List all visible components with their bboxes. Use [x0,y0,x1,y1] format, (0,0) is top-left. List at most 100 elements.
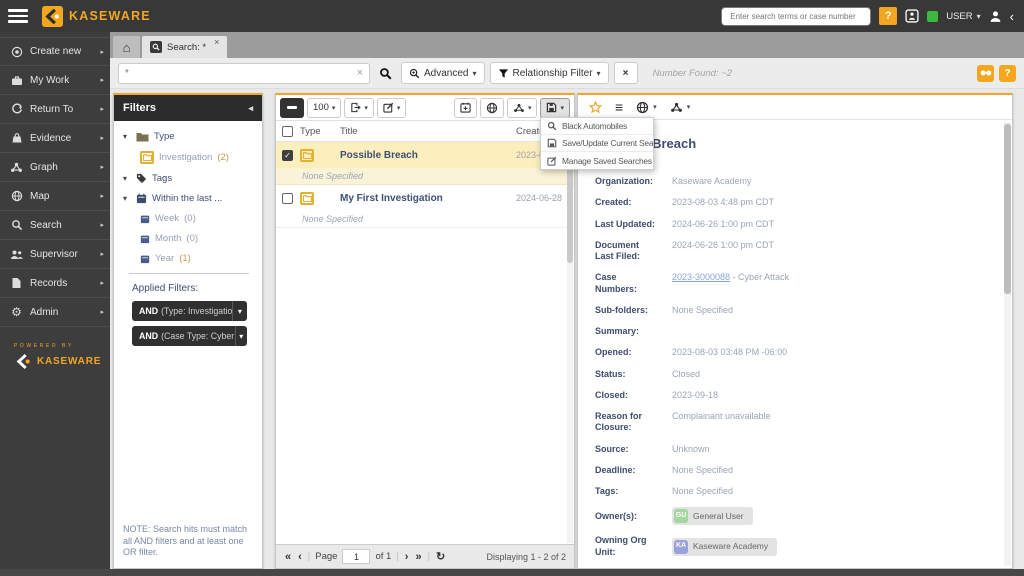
prev-page-button[interactable]: ‹ [297,551,303,563]
filter-item-month[interactable]: Month (0) [140,233,255,244]
sidebar-item-create-new[interactable]: Create new ▸ [0,37,110,66]
release-notes-icon[interactable] [905,9,919,23]
avatar: KA [674,540,688,554]
advanced-search-button[interactable]: Advanced ▾ [401,62,485,84]
column-title[interactable]: Title [340,126,516,137]
menu-item-manage-saved[interactable]: Manage Saved Searches [541,152,653,169]
filter-item-year[interactable]: Year (1) [140,253,255,264]
collapse-chevron-icon[interactable]: ‹ [1010,10,1014,23]
table-row[interactable]: My First Investigation 2024-06-28 None S… [276,185,574,228]
favorite-star-icon[interactable] [589,101,602,114]
sidebar-item-label: Supervisor [30,249,78,260]
applied-filter-case-type[interactable]: AND (Case Type: Cyber Attack) ▾ [132,326,247,346]
column-type[interactable]: Type [300,126,340,137]
divider: | [428,551,430,562]
next-page-button[interactable]: › [404,551,410,563]
row-checkbox[interactable]: ✓ [282,150,293,161]
query-input[interactable] [125,68,357,79]
sidebar-item-admin[interactable]: ⚙ Admin ▸ [0,298,110,327]
help-button[interactable]: ? [999,65,1016,82]
row-title[interactable]: My First Investigation [340,193,516,204]
results-header-row: Type Title Created [276,121,574,142]
sidebar-item-evidence[interactable]: Evidence ▸ [0,124,110,153]
row-checkbox[interactable] [282,193,293,204]
results-scrollbar[interactable] [567,143,573,543]
page-size-select[interactable]: 100 ▾ [307,98,341,118]
caret-right-icon: ▸ [100,134,104,142]
detail-body: Possible Breach Investigation Organizati… [578,120,1012,569]
collapse-panel-icon[interactable]: ◂ [248,103,253,114]
tab-close-icon[interactable]: × [214,37,219,47]
table-row[interactable]: ✓ Possible Breach 2023-08-03 None Specif… [276,142,574,185]
filter-group-within[interactable]: ▾ Within the last ... [123,193,255,204]
sidebar-item-search[interactable]: Search ▸ [0,211,110,240]
binoculars-button[interactable] [977,65,994,82]
owner-chip[interactable]: GUGeneral User [672,507,753,525]
page-number-input[interactable] [342,549,370,564]
main-area: ⌂ Search: * × × Advanced ▾ Relationship … [110,32,1024,576]
run-search-button[interactable] [375,65,396,82]
refresh-icon[interactable]: ↻ [435,550,446,563]
filters-panel: Filters ◂ ▾ Type Investigation (2) ▾ Tag [113,93,263,569]
sidebar-item-map[interactable]: Map ▸ [0,182,110,211]
filter-group-label: Within the last ... [152,193,222,204]
field-value: 2023-08-03 03:48 PM -06:00 [672,347,998,358]
menu-item-saved-search[interactable]: Black Automobiles [541,118,653,135]
menu-item-save-update[interactable]: Save/Update Current Search [541,135,653,152]
field-label: Deadline: [595,465,657,476]
graph-view-button[interactable]: ▾ [507,98,538,118]
relationship-label: Relationship Filter [513,68,593,79]
case-number-link[interactable]: 2023-3000088 [672,272,730,282]
caret-down-icon: ▾ [123,194,131,203]
page-of-label: of 1 [375,551,391,562]
caret-down-icon[interactable]: ▾ [235,326,247,346]
bottom-edge [0,569,1024,576]
return-arrow-icon [10,103,23,115]
applied-filter-type[interactable]: AND (Type: Investigation) ▾ [132,301,247,321]
results-panel: 100 ▾ ▾ ▾ ▾ [275,93,575,569]
last-page-button[interactable]: » [414,551,422,563]
export-button[interactable]: ▾ [344,98,374,118]
sidebar-item-records[interactable]: Records ▸ [0,269,110,298]
detail-scrollbar[interactable] [1004,122,1011,566]
profile-icon[interactable] [989,10,1002,23]
org-unit-chip[interactable]: KAKaseware Academy [672,538,777,556]
saved-searches-button[interactable]: ▾ [540,98,570,118]
caret-down-icon[interactable]: ▾ [232,301,247,321]
row-title[interactable]: Possible Breach [340,150,516,161]
detail-map-button[interactable]: ▾ [636,101,657,114]
sidebar-item-graph[interactable]: Graph ▸ [0,153,110,182]
tab-search[interactable]: Search: * × [142,36,227,58]
list-view-icon[interactable]: ≡ [615,99,623,115]
tab-home[interactable]: ⌂ [113,36,140,58]
sidebar-item-my-work[interactable]: My Work ▸ [0,66,110,95]
user-menu[interactable]: USER ▾ [946,11,980,22]
clear-filters-button[interactable]: × [614,62,638,84]
filter-group-tags[interactable]: ▾ Tags [123,173,255,184]
calendar-small-icon [140,254,150,264]
map-view-button[interactable] [480,98,504,118]
first-page-button[interactable]: « [284,551,292,563]
pencil-square-icon [547,156,557,166]
pencil-square-icon [383,102,394,113]
hamburger-menu-icon[interactable] [8,9,28,23]
field-value: 2023-09-18 [672,390,998,401]
filter-item-week[interactable]: Week (0) [140,213,255,224]
global-search-input[interactable] [721,7,871,26]
relationship-filter-button[interactable]: Relationship Filter ▾ [490,62,609,84]
select-mode-button[interactable] [280,98,304,118]
caret-down-icon: ▾ [597,69,601,78]
detail-graph-button[interactable]: ▾ [670,102,691,113]
help-button[interactable]: ? [879,7,897,25]
sidebar-item-return-to[interactable]: Return To ▸ [0,95,110,124]
sidebar-item-supervisor[interactable]: Supervisor ▸ [0,240,110,269]
select-all-checkbox[interactable] [282,126,293,137]
clear-query-icon[interactable]: × [357,67,363,79]
floppy-save-icon [546,102,557,113]
filter-group-type[interactable]: ▾ Type [123,131,255,142]
bulk-edit-button[interactable]: ▾ [377,98,407,118]
filter-item-investigation[interactable]: Investigation (2) [140,151,255,164]
calendar-view-button[interactable] [454,98,477,118]
close-icon: × [623,68,629,79]
field-value: None Specified [672,486,998,497]
